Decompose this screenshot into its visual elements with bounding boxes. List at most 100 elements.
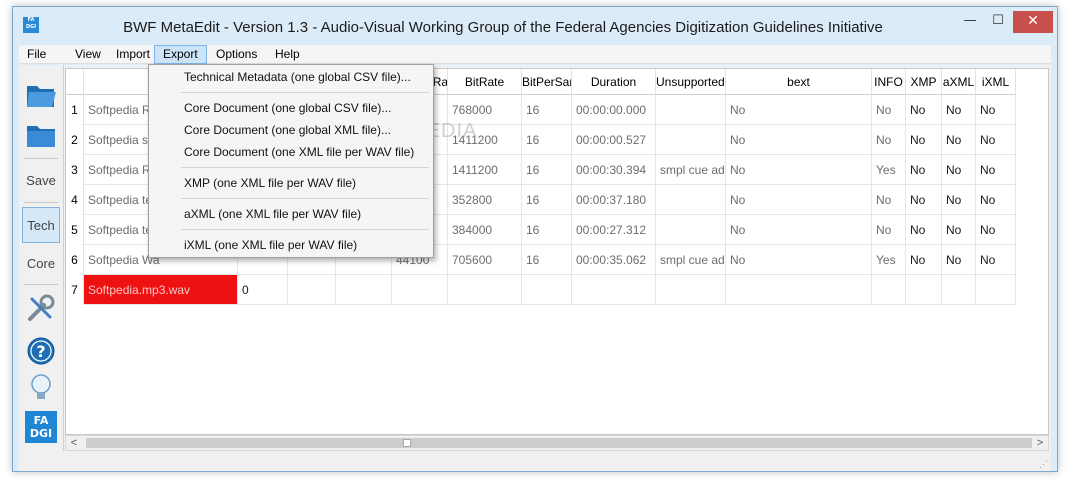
column-header-unsupported-chunks[interactable]: UnsupportedChunks [656,69,726,95]
column-header-axml[interactable]: aXML [942,69,976,95]
table-cell-ixml[interactable]: No [976,215,1016,245]
table-cell-unsupported-chunks[interactable] [656,125,726,155]
table-cell-bitpersample[interactable]: 16 [522,95,572,125]
table-cell-duration[interactable]: 00:00:35.062 [572,245,656,275]
export-core-xml[interactable]: Core Document (one global XML file)... [151,120,431,140]
table-cell-samplerate[interactable] [392,275,448,305]
table-cell-unsupported-chunks[interactable] [656,275,726,305]
table-cell-axml[interactable]: No [942,95,976,125]
table-cell-xmp[interactable]: No [906,155,942,185]
table-cell-xmp[interactable]: No [906,185,942,215]
export-ixml[interactable]: iXML (one XML file per WAV file) [151,235,431,255]
row-number[interactable]: 2 [66,125,84,155]
column-header-bext[interactable]: bext [726,69,872,95]
table-cell-bitpersample[interactable]: 16 [522,125,572,155]
row-number[interactable]: 3 [66,155,84,185]
scroll-grip[interactable] [403,439,411,447]
table-cell-axml[interactable]: No [942,185,976,215]
export-axml[interactable]: aXML (one XML file per WAV file) [151,204,431,224]
table-cell-bitpersample[interactable]: 16 [522,155,572,185]
column-header-bitrate[interactable]: BitRate [448,69,522,95]
row-number[interactable]: 1 [66,95,84,125]
table-cell-bitpersample[interactable] [522,275,572,305]
table-cell-info[interactable] [872,275,906,305]
column-header-bitpersample[interactable]: BitPerSample [522,69,572,95]
table-cell-ixml[interactable] [976,275,1016,305]
minimize-button[interactable]: — [957,11,983,33]
table-cell-xmp[interactable]: No [906,215,942,245]
table-cell-bitpersample[interactable]: 16 [522,185,572,215]
menu-help[interactable]: Help [267,45,308,64]
menu-export[interactable]: Export [154,45,207,64]
table-cell-xmp[interactable]: No [906,245,942,275]
table-cell-ixml[interactable]: No [976,155,1016,185]
row-number[interactable]: 6 [66,245,84,275]
menu-file[interactable]: File [19,45,54,64]
table-cell-info[interactable]: No [872,185,906,215]
header-corner[interactable] [66,69,84,95]
menu-view[interactable]: View [67,45,109,64]
table-cell-duration[interactable]: 00:00:30.394 [572,155,656,185]
table-cell-bitrate[interactable]: 384000 [448,215,522,245]
table-cell-bitrate[interactable]: 352800 [448,185,522,215]
export-core-csv[interactable]: Core Document (one global CSV file)... [151,98,431,118]
help-button[interactable]: ? [22,333,60,369]
scroll-left-icon[interactable]: < [66,436,82,450]
row-number[interactable]: 4 [66,185,84,215]
table-cell-info[interactable]: Yes [872,155,906,185]
table-cell-col-2[interactable]: 0 [238,275,288,305]
table-cell-bitrate[interactable] [448,275,522,305]
table-cell-unsupported-chunks[interactable]: smpl cue adtl muma chrp [656,245,726,275]
table-cell-bext[interactable]: No [726,245,872,275]
table-cell-unsupported-chunks[interactable] [656,185,726,215]
table-cell-duration[interactable]: 00:00:27.312 [572,215,656,245]
table-cell-col-3[interactable] [288,275,336,305]
table-cell-bitpersample[interactable]: 16 [522,245,572,275]
table-cell-axml[interactable]: No [942,125,976,155]
table-cell-unsupported-chunks[interactable]: smpl cue adtl muma chrp [656,155,726,185]
column-header-info[interactable]: INFO [872,69,906,95]
about-button[interactable] [22,370,60,406]
scroll-right-icon[interactable]: > [1032,436,1048,450]
table-cell-axml[interactable] [942,275,976,305]
table-cell-bext[interactable]: No [726,155,872,185]
table-cell-ixml[interactable]: No [976,95,1016,125]
core-view-button[interactable]: Core [22,245,60,281]
options-button[interactable] [22,290,60,326]
scroll-thumb[interactable] [86,438,1032,448]
close-button[interactable]: ✕ [1013,11,1053,33]
table-cell-ixml[interactable]: No [976,125,1016,155]
table-cell-xmp[interactable]: No [906,125,942,155]
column-header-duration[interactable]: Duration [572,69,656,95]
table-cell-info[interactable]: No [872,215,906,245]
horizontal-scrollbar[interactable]: < > [65,435,1049,451]
open-files-button[interactable] [22,77,60,113]
tech-view-button[interactable]: Tech [22,207,60,243]
save-button[interactable]: Save [22,162,60,198]
export-core-xml-per-file[interactable]: Core Document (one XML file per WAV file… [151,142,431,162]
export-xmp[interactable]: XMP (one XML file per WAV file) [151,173,431,193]
table-cell-bitrate[interactable]: 705600 [448,245,522,275]
table-cell-duration[interactable]: 00:00:00.000 [572,95,656,125]
resize-grip-icon[interactable]: ⋰ [1039,459,1049,469]
table-cell-unsupported-chunks[interactable] [656,215,726,245]
table-cell-duration[interactable]: 00:00:00.527 [572,125,656,155]
table-cell-axml[interactable]: No [942,245,976,275]
table-cell-info[interactable]: No [872,125,906,155]
table-cell-bext[interactable]: No [726,95,872,125]
table-cell-bitrate[interactable]: 1411200 [448,155,522,185]
table-cell-ixml[interactable]: No [976,185,1016,215]
table-cell-bext[interactable] [726,275,872,305]
column-header-xmp[interactable]: XMP [906,69,942,95]
fadgi-logo-button[interactable]: FA DGI [22,409,60,445]
table-cell-unsupported-chunks[interactable] [656,95,726,125]
table-cell-ixml[interactable]: No [976,245,1016,275]
row-number[interactable]: 7 [66,275,84,305]
table-cell-info[interactable]: Yes [872,245,906,275]
table-cell-xmp[interactable]: No [906,95,942,125]
column-header-ixml[interactable]: iXML [976,69,1016,95]
maximize-button[interactable]: ☐ [985,11,1011,33]
table-cell-bitpersample[interactable]: 16 [522,215,572,245]
table-cell-bext[interactable]: No [726,125,872,155]
table-cell-bext[interactable]: No [726,215,872,245]
